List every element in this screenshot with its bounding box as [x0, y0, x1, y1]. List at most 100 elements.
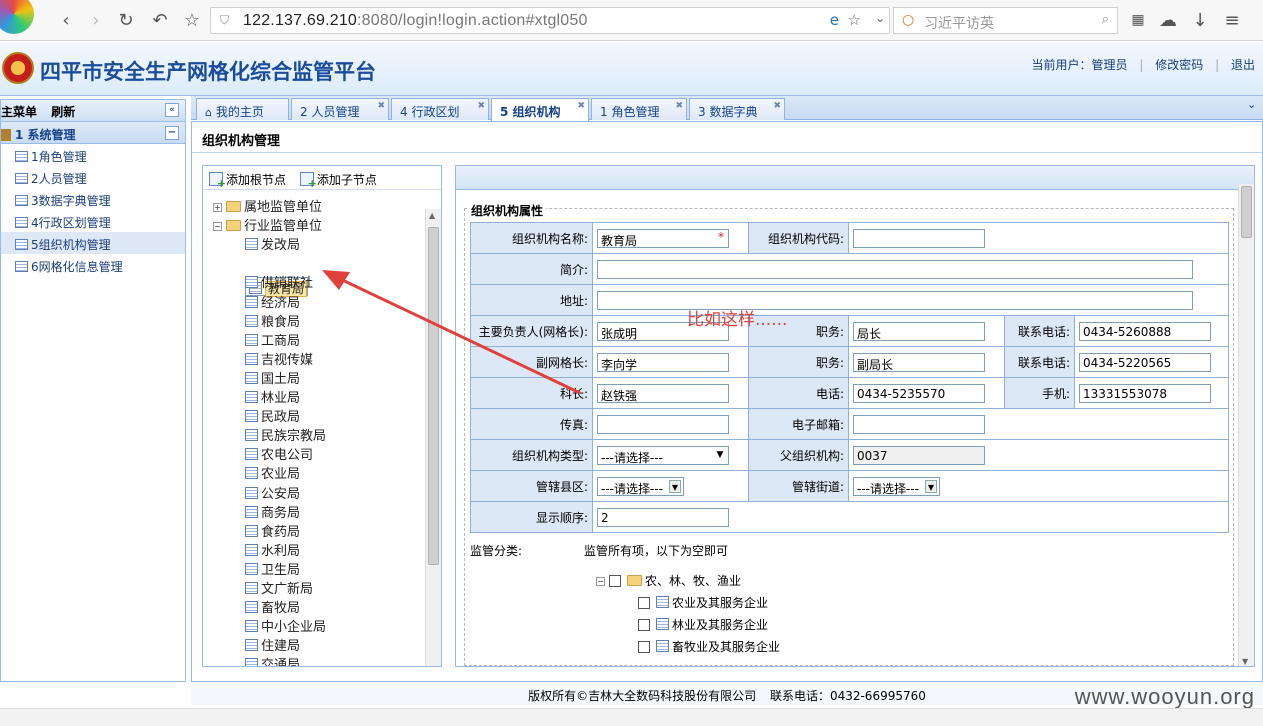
collapse-node-icon[interactable]: −: [596, 577, 605, 586]
close-icon[interactable]: ✖: [577, 101, 585, 111]
collapse-icon[interactable]: «: [165, 103, 179, 117]
sidebar-item-grid-info[interactable]: 6网格化信息管理: [1, 254, 185, 276]
tab-organizations[interactable]: 5 组织机构 ✖: [491, 98, 589, 121]
sidebar-section-system[interactable]: 1 系统管理 −: [1, 122, 185, 144]
browser-search-input[interactable]: ○ 习近平访英 ⌕: [893, 7, 1118, 34]
close-icon[interactable]: ✖: [477, 101, 485, 111]
email-input[interactable]: [853, 414, 985, 434]
org-code-input[interactable]: [853, 228, 985, 248]
org-type-select[interactable]: ---请选择--- ▼: [597, 445, 729, 465]
tree-leaf-node[interactable]: 供销联社: [245, 272, 313, 291]
menu-icon[interactable]: ≡: [1220, 8, 1244, 32]
vice-input[interactable]: 李向学: [597, 352, 729, 372]
tree-leaf-node[interactable]: 吉视传媒: [245, 349, 313, 368]
add-child-button[interactable]: 添加子节点: [299, 172, 377, 190]
forward-icon[interactable]: ›: [84, 8, 108, 32]
county-select[interactable]: ---请选择--- ▼: [597, 476, 684, 496]
tel-input[interactable]: 0434-5235570: [853, 383, 985, 403]
favorite-star-icon[interactable]: ☆: [180, 8, 204, 32]
reload-icon[interactable]: ↻: [114, 8, 138, 32]
dropdown-icon[interactable]: ⌄: [875, 11, 885, 25]
tab-regions[interactable]: 4 行政区划 ✖: [391, 98, 489, 120]
tree-leaf-node[interactable]: 发改局: [245, 234, 300, 253]
category-checkbox[interactable]: [638, 641, 650, 653]
head-duty-input[interactable]: 局长: [853, 321, 985, 341]
vice-duty-input[interactable]: 副局长: [853, 352, 985, 372]
close-icon[interactable]: ✖: [675, 101, 683, 111]
tree-leaf-node[interactable]: 交通局: [245, 654, 300, 666]
tree-leaf-node[interactable]: 卫生局: [245, 559, 300, 578]
head-phone-input[interactable]: 0434-5260888: [1079, 321, 1211, 341]
change-password-link[interactable]: 修改密码: [1155, 58, 1203, 72]
scroll-up-icon[interactable]: ▲: [429, 211, 435, 220]
collapse-node-icon[interactable]: −: [213, 222, 222, 232]
scroll-thumb[interactable]: [1241, 186, 1252, 238]
form-scrollbar[interactable]: ▼: [1238, 184, 1254, 666]
category-checkbox[interactable]: [638, 597, 650, 609]
sidebar-item-users[interactable]: 2人员管理: [1, 166, 185, 188]
vice-phone-input[interactable]: 0434-5220565: [1079, 352, 1211, 372]
tab-dictionary[interactable]: 3 数据字典 ✖: [689, 98, 785, 120]
tree-leaf-node[interactable]: 经济局: [245, 292, 300, 311]
section-chief-input[interactable]: 赵铁强: [597, 383, 729, 403]
tree-leaf-node[interactable]: 林业局: [245, 387, 300, 406]
intro-input[interactable]: [597, 259, 1193, 279]
apps-grid-icon[interactable]: ▦: [1126, 8, 1150, 32]
search-go-icon[interactable]: ⌕: [1102, 12, 1109, 27]
refresh-link[interactable]: 刷新: [51, 105, 75, 119]
scroll-down-icon[interactable]: ▼: [1242, 657, 1248, 666]
order-input[interactable]: 2: [597, 507, 729, 527]
sidebar-item-dictionary[interactable]: 3数据字典管理: [1, 188, 185, 210]
collapse-section-icon[interactable]: −: [165, 126, 179, 140]
tree-leaf-node[interactable]: 粮食局: [245, 311, 300, 330]
tree-leaf-node[interactable]: 商务局: [245, 502, 300, 521]
tree-leaf-node[interactable]: 工商局: [245, 330, 300, 349]
org-name-input[interactable]: 教育局 *: [597, 228, 729, 248]
close-icon[interactable]: ✖: [773, 101, 781, 111]
mobile-input[interactable]: 13331553078: [1079, 383, 1211, 403]
tree-leaf-node[interactable]: 民族宗教局: [245, 425, 326, 444]
sidebar-item-organizations[interactable]: 5组织机构管理: [1, 232, 185, 254]
tree-scrollbar[interactable]: ▲: [425, 209, 441, 666]
tree-leaf-node[interactable]: 畜牧局: [245, 597, 300, 616]
fax-input[interactable]: [597, 414, 729, 434]
sidebar-item-roles[interactable]: 1角色管理: [1, 144, 185, 166]
list-icon: [656, 596, 669, 608]
tree-leaf-node[interactable]: 水利局: [245, 540, 300, 559]
tree-leaf-node[interactable]: 中小企业局: [245, 616, 326, 635]
back-icon[interactable]: ‹: [54, 8, 78, 32]
scroll-thumb[interactable]: [428, 227, 439, 565]
sidebar-item-regions[interactable]: 4行政区划管理: [1, 210, 185, 232]
download-icon[interactable]: ↓: [1188, 8, 1212, 32]
tree-group-node[interactable]: − 行业监管单位: [213, 215, 322, 234]
tree-leaf-node[interactable]: 农业局: [245, 463, 300, 482]
ie-icon[interactable]: e: [830, 11, 839, 29]
tree-leaf-node[interactable]: 住建局: [245, 635, 300, 654]
tree-leaf-node[interactable]: 文广新局: [245, 578, 313, 597]
tab-users[interactable]: 2 人员管理 ✖: [291, 98, 389, 120]
category-tree-item[interactable]: 林业及其服务企业: [638, 616, 768, 633]
tab-scroll-icon[interactable]: ⌄: [1247, 98, 1261, 116]
category-checkbox[interactable]: [609, 575, 621, 587]
logout-link[interactable]: 退出: [1231, 58, 1255, 72]
tree-leaf-node[interactable]: 食药局: [245, 521, 300, 540]
category-tree-item[interactable]: 农业及其服务企业: [638, 594, 768, 611]
category-tree-item[interactable]: − 农、林、牧、渔业: [596, 572, 741, 589]
undo-icon[interactable]: ↶: [148, 8, 172, 32]
tree-leaf-node[interactable]: 民政局: [245, 406, 300, 425]
category-tree-item[interactable]: 畜牧业及其服务企业: [638, 638, 780, 655]
address-bar[interactable]: ⛉ 122.137.69.210:8080/login!login.action…: [210, 7, 890, 34]
close-icon[interactable]: ✖: [377, 101, 385, 111]
tree-group-node[interactable]: + 属地监管单位: [213, 196, 322, 215]
tab-home[interactable]: ⌂ 我的主页: [196, 98, 289, 120]
tab-roles[interactable]: 1 角色管理 ✖: [591, 98, 687, 120]
add-root-button[interactable]: 添加根节点: [209, 172, 286, 190]
street-select[interactable]: ---请选择--- ▼: [853, 476, 940, 496]
bookmark-star-icon[interactable]: ☆: [848, 11, 861, 29]
tree-leaf-node[interactable]: 国土局: [245, 368, 300, 387]
expand-node-icon[interactable]: +: [213, 203, 222, 212]
category-checkbox[interactable]: [638, 619, 650, 631]
cloud-icon[interactable]: ☁: [1156, 8, 1180, 32]
tree-leaf-node[interactable]: 农电公司: [245, 444, 313, 463]
tree-leaf-node[interactable]: 公安局: [245, 483, 300, 502]
